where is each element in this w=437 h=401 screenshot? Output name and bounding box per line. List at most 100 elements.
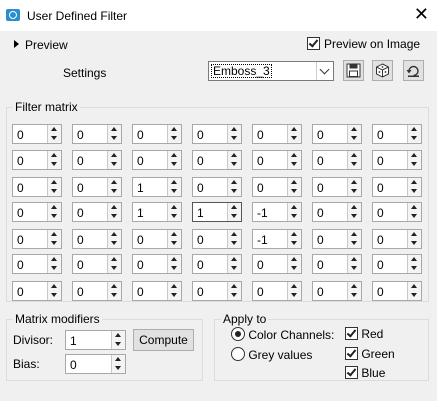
matrix-cell-spin-buttons[interactable] [167, 151, 181, 169]
spin-down-icon[interactable] [411, 214, 417, 218]
matrix-cell[interactable]: 0 [12, 229, 62, 249]
spin-up-icon[interactable] [351, 257, 357, 261]
matrix-cell-spin-buttons[interactable] [347, 255, 361, 273]
matrix-cell-spin-buttons[interactable] [407, 125, 421, 143]
matrix-cell-spin-buttons[interactable] [407, 230, 421, 248]
spin-down-icon[interactable] [411, 189, 417, 193]
spin-up-icon[interactable] [411, 153, 417, 157]
spin-up-icon[interactable] [171, 232, 177, 236]
matrix-cell-spin-buttons[interactable] [347, 125, 361, 143]
channel-red[interactable]: Red [345, 327, 383, 341]
channel-blue[interactable]: Blue [345, 366, 385, 380]
spin-up-icon[interactable] [351, 180, 357, 184]
matrix-cell[interactable]: 0 [372, 281, 422, 301]
preview-on-image-checkbox[interactable]: Preview on Image [307, 37, 420, 51]
matrix-cell-spin-buttons[interactable] [47, 151, 61, 169]
spin-up-icon[interactable] [231, 257, 237, 261]
matrix-cell-spin-buttons[interactable] [347, 178, 361, 196]
spin-up-icon[interactable] [411, 257, 417, 261]
spin-down-icon[interactable] [231, 136, 237, 140]
spin-down-icon[interactable] [51, 266, 57, 270]
randomize-button[interactable] [372, 60, 393, 81]
spin-up-icon[interactable] [111, 232, 117, 236]
spin-up-icon[interactable] [51, 284, 57, 288]
matrix-cell[interactable]: 0 [372, 202, 422, 222]
matrix-cell-spin-buttons[interactable] [347, 151, 361, 169]
spin-up-icon[interactable] [231, 284, 237, 288]
channel-green[interactable]: Green [345, 347, 395, 361]
spin-down-icon[interactable] [351, 241, 357, 245]
spin-up-icon[interactable] [171, 127, 177, 131]
spin-down-icon[interactable] [231, 162, 237, 166]
spin-up-icon[interactable] [171, 257, 177, 261]
matrix-cell[interactable]: 0 [72, 202, 122, 222]
spin-up-icon[interactable] [291, 284, 297, 288]
spin-down-icon[interactable] [111, 241, 117, 245]
spin-down-icon[interactable] [171, 241, 177, 245]
spin-up-icon[interactable] [111, 284, 117, 288]
spin-up-icon[interactable] [111, 153, 117, 157]
spin-down-icon[interactable] [171, 189, 177, 193]
matrix-cell[interactable]: 0 [252, 150, 302, 170]
spin-down-icon[interactable] [111, 162, 117, 166]
matrix-cell[interactable]: 0 [192, 150, 242, 170]
matrix-cell-spin-buttons[interactable] [227, 203, 241, 221]
matrix-cell[interactable]: 0 [372, 124, 422, 144]
spin-down-icon[interactable] [411, 162, 417, 166]
matrix-cell-spin-buttons[interactable] [287, 255, 301, 273]
spin-down-icon[interactable] [111, 214, 117, 218]
spin-down-icon[interactable] [291, 189, 297, 193]
spin-up-icon[interactable] [111, 127, 117, 131]
matrix-cell[interactable]: 0 [72, 150, 122, 170]
spin-down-icon[interactable] [411, 136, 417, 140]
grey-values-option[interactable]: Grey values [231, 347, 312, 362]
matrix-cell-spin-buttons[interactable] [227, 178, 241, 196]
spin-up-icon[interactable] [171, 153, 177, 157]
matrix-cell-spin-buttons[interactable] [407, 255, 421, 273]
matrix-cell-spin-buttons[interactable] [287, 203, 301, 221]
matrix-cell[interactable]: -1 [252, 202, 302, 222]
matrix-cell[interactable]: 0 [252, 177, 302, 197]
spin-down-icon[interactable] [231, 266, 237, 270]
matrix-cell-spin-buttons[interactable] [107, 230, 121, 248]
spin-up-icon[interactable] [291, 205, 297, 209]
spin-down-icon[interactable] [291, 214, 297, 218]
spin-up-icon[interactable] [351, 284, 357, 288]
grey-values-radio[interactable] [231, 347, 245, 361]
spin-up-icon[interactable] [231, 153, 237, 157]
spin-up-icon[interactable] [411, 180, 417, 184]
spin-down-icon[interactable] [291, 293, 297, 297]
divisor-spinbox[interactable]: 1 [65, 330, 126, 350]
spin-down-icon[interactable] [231, 293, 237, 297]
spin-up-icon[interactable] [111, 257, 117, 261]
spin-up-icon[interactable] [171, 180, 177, 184]
matrix-cell-spin-buttons[interactable] [287, 230, 301, 248]
matrix-cell-spin-buttons[interactable] [47, 230, 61, 248]
matrix-cell[interactable]: 0 [312, 177, 362, 197]
matrix-cell-spin-buttons[interactable] [167, 125, 181, 143]
spin-up-icon[interactable] [291, 180, 297, 184]
settings-dropdown[interactable]: Emboss_3 [208, 61, 334, 81]
matrix-cell[interactable]: 0 [132, 150, 182, 170]
spin-down-icon[interactable] [51, 189, 57, 193]
bias-spinbox[interactable]: 0 [65, 354, 126, 374]
matrix-cell-spin-buttons[interactable] [347, 282, 361, 300]
matrix-cell-spin-buttons[interactable] [287, 151, 301, 169]
spin-down-icon[interactable] [231, 189, 237, 193]
spin-up-icon[interactable] [351, 205, 357, 209]
spin-up-icon[interactable] [291, 232, 297, 236]
spin-up-icon[interactable] [231, 127, 237, 131]
spin-up-icon[interactable] [231, 180, 237, 184]
spin-down-icon[interactable] [111, 136, 117, 140]
spin-down-icon[interactable] [411, 241, 417, 245]
spin-down-icon[interactable] [351, 136, 357, 140]
spin-down-icon[interactable] [231, 214, 237, 218]
spin-down-icon[interactable] [51, 214, 57, 218]
matrix-cell[interactable]: 0 [132, 254, 182, 274]
spin-up-icon[interactable] [111, 205, 117, 209]
spin-down-icon[interactable] [291, 136, 297, 140]
matrix-cell-spin-buttons[interactable] [107, 203, 121, 221]
divisor-spin-buttons[interactable] [111, 331, 125, 349]
matrix-cell-spin-buttons[interactable] [167, 178, 181, 196]
spin-up-icon[interactable] [291, 257, 297, 261]
